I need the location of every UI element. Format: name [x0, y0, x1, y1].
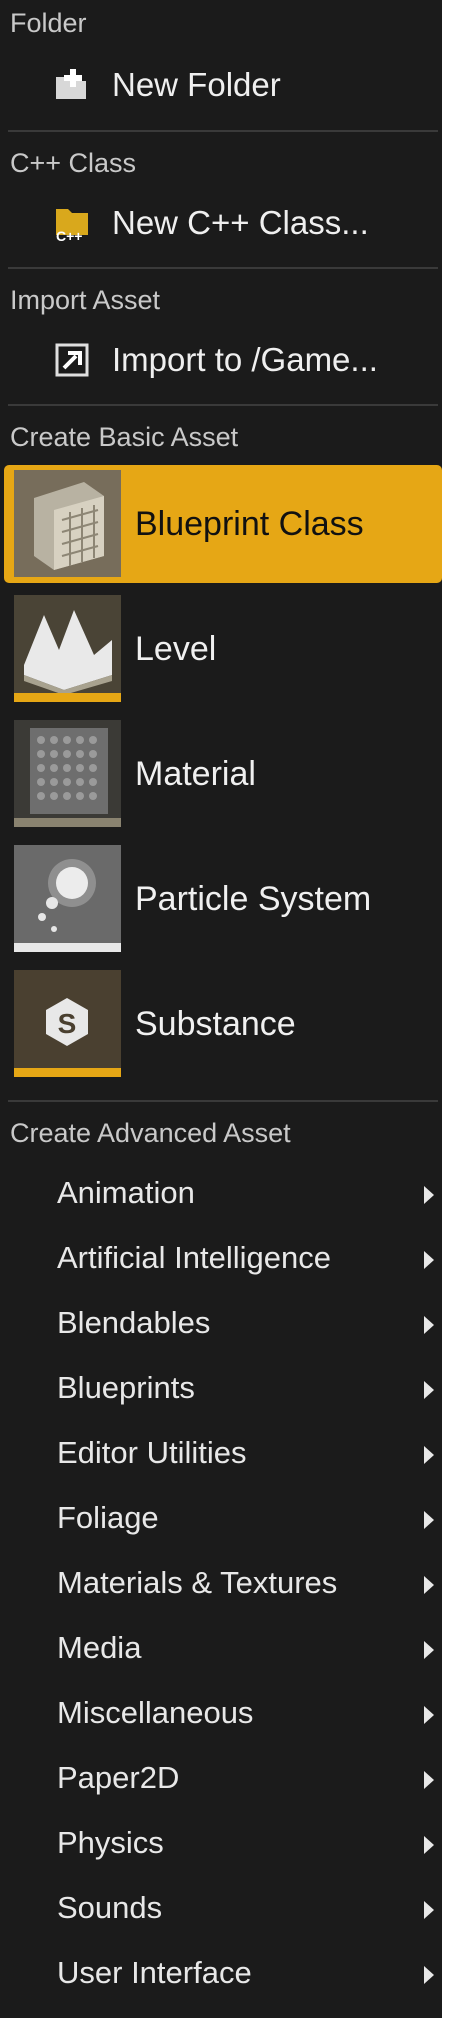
- divider: [8, 267, 438, 269]
- material-color-bar: [14, 818, 121, 827]
- new-folder-label: New Folder: [112, 66, 281, 103]
- chevron-right-icon: [424, 1771, 434, 1789]
- chevron-right-icon: [424, 1446, 434, 1464]
- submenu-paper2d[interactable]: Paper2D: [0, 1751, 442, 1805]
- submenu-foliage[interactable]: Foliage: [0, 1491, 442, 1545]
- chevron-right-icon: [424, 1511, 434, 1529]
- chevron-right-icon: [424, 1576, 434, 1594]
- substance-icon: S: [14, 970, 121, 1077]
- cpp-class-icon: C++: [52, 203, 92, 243]
- import-icon: [52, 340, 92, 380]
- chevron-right-icon: [424, 1966, 434, 1984]
- chevron-right-icon: [424, 1901, 434, 1919]
- particle-system-icon: [14, 845, 121, 952]
- submenu-label: Foliage: [57, 1500, 159, 1535]
- submenu-blueprints[interactable]: Blueprints: [0, 1361, 442, 1415]
- submenu-label: Animation: [57, 1175, 195, 1210]
- chevron-right-icon: [424, 1641, 434, 1659]
- section-header-basic: Create Basic Asset: [10, 422, 239, 452]
- chevron-right-icon: [424, 1381, 434, 1399]
- submenu-label: Blueprints: [57, 1370, 195, 1405]
- divider: [8, 404, 438, 406]
- particle-color-bar: [14, 943, 121, 952]
- submenu-label: Materials & Textures: [57, 1565, 338, 1600]
- submenu-miscellaneous[interactable]: Miscellaneous: [0, 1686, 442, 1740]
- chevron-right-icon: [424, 1316, 434, 1334]
- section-header-import: Import Asset: [10, 285, 161, 315]
- chevron-right-icon: [424, 1706, 434, 1724]
- level-item[interactable]: Level: [4, 590, 442, 708]
- substance-label: Substance: [135, 1004, 296, 1043]
- submenu-label: Artificial Intelligence: [57, 1240, 331, 1275]
- substance-item[interactable]: S Substance: [4, 965, 442, 1083]
- blueprint-class-icon: [14, 470, 121, 577]
- submenu-animation[interactable]: Animation: [0, 1166, 442, 1220]
- new-cpp-class-label: New C++ Class...: [112, 204, 369, 241]
- submenu-artificial-intelligence[interactable]: Artificial Intelligence: [0, 1231, 442, 1285]
- submenu-blendables[interactable]: Blendables: [0, 1296, 442, 1350]
- submenu-media[interactable]: Media: [0, 1621, 442, 1675]
- material-item[interactable]: Material: [4, 715, 442, 833]
- import-label: Import to /Game...: [112, 341, 378, 378]
- material-label: Material: [135, 754, 256, 793]
- submenu-label: User Interface: [57, 1955, 252, 1990]
- level-label: Level: [135, 629, 217, 668]
- blueprint-class-item[interactable]: Blueprint Class: [4, 465, 442, 583]
- submenu-editor-utilities[interactable]: Editor Utilities: [0, 1426, 442, 1480]
- blueprint-class-label: Blueprint Class: [135, 504, 364, 543]
- folder-add-icon: [52, 65, 92, 105]
- divider: [8, 130, 438, 132]
- submenu-label: Paper2D: [57, 1760, 180, 1795]
- level-icon: [14, 595, 121, 702]
- submenu-user-interface[interactable]: User Interface: [0, 1946, 442, 2000]
- section-header-folder: Folder: [10, 8, 87, 38]
- chevron-right-icon: [424, 1186, 434, 1204]
- submenu-materials-textures[interactable]: Materials & Textures: [0, 1556, 442, 1610]
- submenu-sounds[interactable]: Sounds: [0, 1881, 442, 1935]
- submenu-label: Editor Utilities: [57, 1435, 247, 1470]
- section-header-cpp: C++ Class: [10, 148, 137, 178]
- add-new-menu: Folder New Folder C++ Class C++ New C++ …: [0, 0, 442, 2018]
- submenu-label: Media: [57, 1630, 142, 1665]
- section-header-advanced: Create Advanced Asset: [10, 1118, 291, 1148]
- material-icon: [14, 720, 121, 827]
- chevron-right-icon: [424, 1836, 434, 1854]
- new-cpp-class-item[interactable]: C++ New C++ Class...: [52, 198, 369, 248]
- divider: [8, 1100, 438, 1102]
- import-item[interactable]: Import to /Game...: [52, 335, 378, 385]
- submenu-physics[interactable]: Physics: [0, 1816, 442, 1870]
- svg-text:C++: C++: [56, 228, 82, 243]
- submenu-label: Sounds: [57, 1890, 163, 1925]
- submenu-label: Miscellaneous: [57, 1695, 254, 1730]
- submenu-label: Blendables: [57, 1305, 211, 1340]
- particle-system-label: Particle System: [135, 879, 372, 918]
- chevron-right-icon: [424, 1251, 434, 1269]
- svg-text:S: S: [58, 1008, 77, 1039]
- level-color-bar: [14, 693, 121, 702]
- submenu-label: Physics: [57, 1825, 164, 1860]
- particle-system-item[interactable]: Particle System: [4, 840, 442, 958]
- substance-color-bar: [14, 1068, 121, 1077]
- new-folder-item[interactable]: New Folder: [52, 60, 281, 110]
